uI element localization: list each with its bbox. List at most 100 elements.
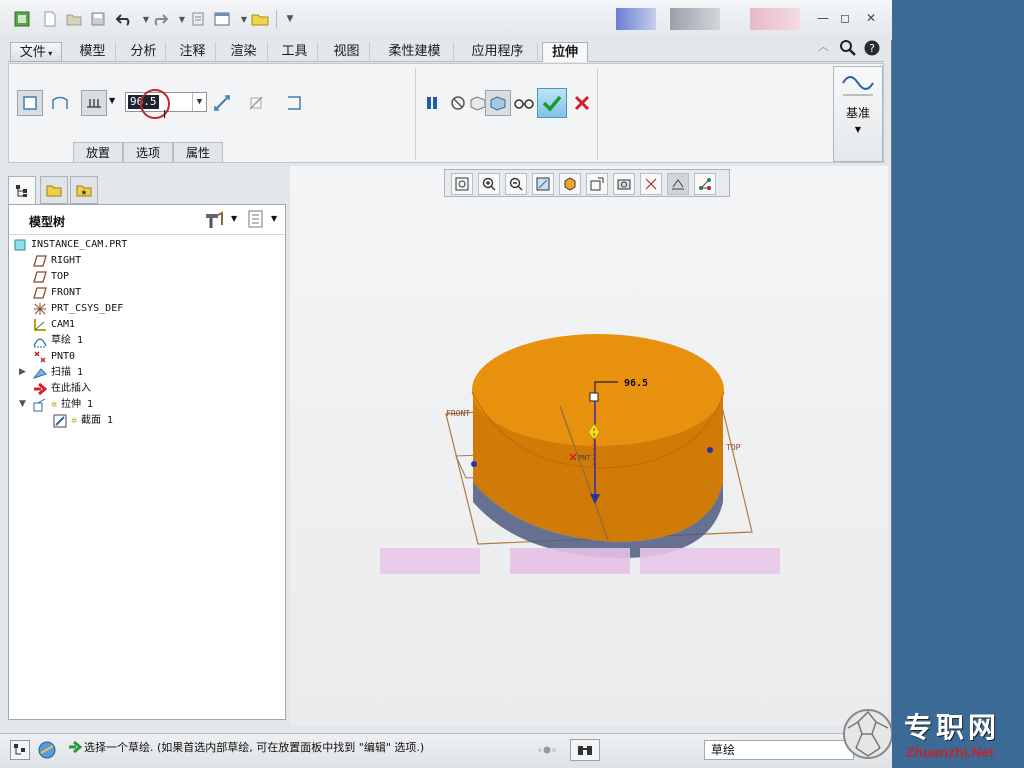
repaint-icon[interactable] xyxy=(532,173,554,195)
tree-item-label: 在此插入 xyxy=(51,383,91,394)
tree-item-sketch[interactable]: 草绘 1 xyxy=(33,333,83,349)
dimension-value-label[interactable]: 96.5 xyxy=(624,378,648,389)
tab-flexible-modeling[interactable]: 柔性建模 xyxy=(376,42,454,62)
pause-icon[interactable] xyxy=(419,90,445,116)
subtab-properties[interactable]: 属性 xyxy=(173,142,223,162)
tab-extrude[interactable]: 拉伸 xyxy=(542,42,588,62)
settings-dropdown-icon[interactable]: ▼ xyxy=(231,214,237,223)
settings-tools-icon[interactable] xyxy=(203,210,225,233)
favorites-tab-icon[interactable]: ★ xyxy=(70,176,98,204)
tab-file[interactable]: 文件 ▾ xyxy=(10,42,62,62)
app-window: ▼ ▼ ▼ ▼ — ◻ ✕ 文件 ▾ 模型 分析 注释 渲染 工具 视图 柔性建… xyxy=(0,0,892,768)
datum-button[interactable]: 基准 ▼ xyxy=(833,66,883,162)
ribbon-collapse-icon[interactable]: ︿ xyxy=(818,38,829,54)
tree-item-sweep[interactable]: 扫描 1 xyxy=(33,365,83,381)
tab-model[interactable]: 模型 xyxy=(70,42,116,62)
tree-item-part[interactable]: INSTANCE_CAM.PRT xyxy=(13,237,127,253)
expand-arrow-icon[interactable]: ▶ xyxy=(19,367,26,377)
close-window-icon[interactable] xyxy=(250,9,270,29)
browser-toggle-icon[interactable] xyxy=(36,740,58,760)
model-tree-title: 模型树 xyxy=(29,215,66,229)
save-icon[interactable] xyxy=(88,9,108,29)
find-icon[interactable] xyxy=(570,739,600,761)
tab-annotate[interactable]: 注释 xyxy=(170,42,216,62)
close-button[interactable]: ✕ xyxy=(862,10,880,26)
datum-icon xyxy=(842,76,874,96)
minimize-button[interactable]: — xyxy=(814,10,832,26)
perspective-icon[interactable] xyxy=(640,173,662,195)
selection-filter-dropdown[interactable]: 草绘 xyxy=(704,740,854,760)
view-manager-icon[interactable] xyxy=(613,173,635,195)
ok-button[interactable] xyxy=(537,88,567,118)
tab-view[interactable]: 视图 xyxy=(324,42,370,62)
tree-item-section[interactable]: ✲ 截面 1 xyxy=(53,413,113,429)
feature-preview-icon[interactable] xyxy=(485,90,511,116)
thicken-icon[interactable] xyxy=(281,90,307,116)
saved-orientations-icon[interactable] xyxy=(586,173,608,195)
restore-button[interactable]: ◻ xyxy=(836,10,854,26)
csys-icon xyxy=(33,302,47,316)
reference-point xyxy=(471,461,477,467)
display-style-icon[interactable] xyxy=(559,173,581,195)
depth-option-dropdown-icon[interactable]: ▼ xyxy=(109,96,115,105)
search-icon[interactable] xyxy=(840,40,856,60)
watermark: 专职网 Zhuanzhi.Net xyxy=(842,704,1024,768)
group-separator xyxy=(597,68,598,160)
model-viewport[interactable]: 96.5 FRONT TOP PNT xyxy=(290,166,888,726)
flip-direction-icon[interactable] xyxy=(209,90,235,116)
app-icon[interactable] xyxy=(12,9,32,29)
windows-icon[interactable] xyxy=(212,9,232,29)
drag-handle[interactable] xyxy=(589,392,599,402)
help-icon[interactable]: ? xyxy=(864,40,880,60)
show-dropdown-icon[interactable]: ▼ xyxy=(271,214,277,223)
spin-center-icon[interactable] xyxy=(694,173,716,195)
refit-icon[interactable] xyxy=(451,173,473,195)
tree-item-extrude[interactable]: ✲ 拉伸 1 xyxy=(33,397,93,413)
tree-item-label: 截面 1 xyxy=(81,415,114,426)
depth-dropdown-icon[interactable]: ▼ xyxy=(192,93,206,111)
customize-icon[interactable]: ▼ xyxy=(280,9,300,29)
tab-tools[interactable]: 工具 xyxy=(272,42,318,62)
tree-item-right[interactable]: RIGHT xyxy=(33,253,81,269)
undo-icon[interactable] xyxy=(114,9,134,29)
watermark-cn-text: 专职网 xyxy=(904,711,1001,744)
extrude-solid-icon[interactable] xyxy=(17,90,43,116)
tree-item-cam[interactable]: CAM1 xyxy=(33,317,75,333)
datum-display-filter-icon[interactable] xyxy=(667,173,689,195)
remove-material-icon[interactable] xyxy=(243,90,269,116)
sketch-icon xyxy=(33,334,47,348)
tab-applications[interactable]: 应用程序 xyxy=(458,42,538,62)
subtab-placement[interactable]: 放置 xyxy=(73,142,123,162)
show-menu-icon[interactable] xyxy=(247,210,265,231)
extrude-icon xyxy=(33,398,47,412)
svg-text:?: ? xyxy=(869,42,875,55)
model-tree-tab-icon[interactable] xyxy=(8,176,36,204)
tree-item-front[interactable]: FRONT xyxy=(33,285,81,301)
model-tree-panel: 模型树 ▼ ▼ INSTANCE_CAM.PRT RIGHT TOP FRONT… xyxy=(8,204,286,720)
tree-item-csys[interactable]: PRT_CSYS_DEF xyxy=(33,301,123,317)
folder-browser-tab-icon[interactable] xyxy=(40,176,68,204)
subtab-options[interactable]: 选项 xyxy=(123,142,173,162)
extrude-surface-icon[interactable] xyxy=(47,90,73,116)
tree-item-insert-here[interactable]: 在此插入 xyxy=(33,381,91,397)
depth-option-icon[interactable] xyxy=(81,90,107,116)
regenerate-icon[interactable] xyxy=(188,9,208,29)
tree-item-top[interactable]: TOP xyxy=(33,269,69,285)
tab-render[interactable]: 渲染 xyxy=(220,42,268,62)
cancel-button[interactable] xyxy=(569,90,595,116)
zoom-in-icon[interactable] xyxy=(478,173,500,195)
open-icon[interactable] xyxy=(64,9,84,29)
active-feature-star-icon: ✲ xyxy=(51,399,58,410)
tree-item-point[interactable]: PNT0 xyxy=(33,349,75,365)
zoom-out-icon[interactable] xyxy=(505,173,527,195)
message-arrow-icon xyxy=(68,740,83,757)
tab-analysis[interactable]: 分析 xyxy=(122,42,166,62)
navigator-toggle-icon[interactable] xyxy=(10,740,30,760)
verify-icon[interactable] xyxy=(511,90,537,116)
redo-icon[interactable] xyxy=(150,9,170,29)
graphics-toolbar xyxy=(444,169,730,197)
collapse-arrow-icon[interactable]: ▼ xyxy=(19,399,26,409)
tree-item-label: PRT_CSYS_DEF xyxy=(51,303,124,314)
new-icon[interactable] xyxy=(40,9,60,29)
graphics-window[interactable]: 96.5 FRONT TOP PNT xyxy=(290,166,888,726)
